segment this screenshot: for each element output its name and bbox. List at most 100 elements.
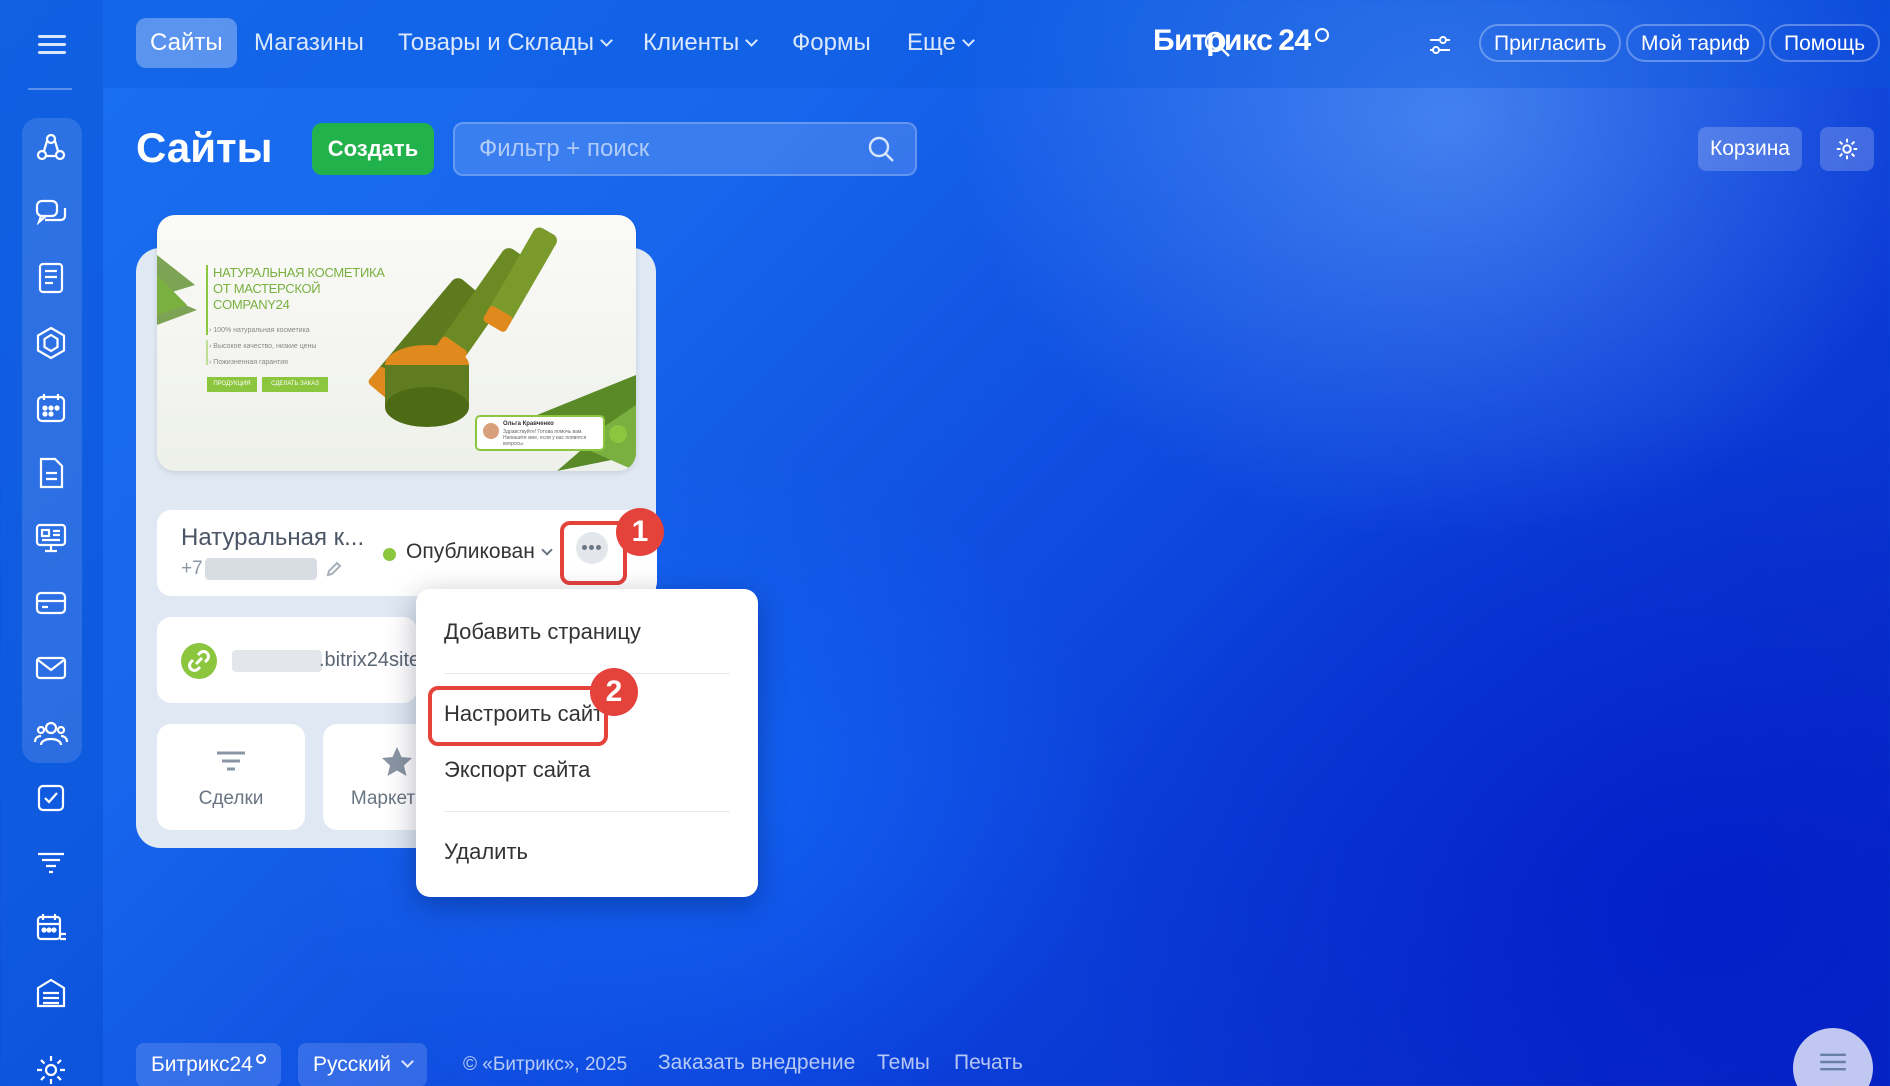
phone-prefix: +7 — [181, 558, 203, 580]
preview-headline: НАТУРАЛЬНАЯ КОСМЕТИКА ОТ МАСТЕРСКОЙ COMP… — [213, 265, 385, 313]
footer-brand-button[interactable]: Битрикс24 — [136, 1043, 281, 1086]
nav-tab-label: Клиенты — [643, 29, 740, 56]
menu-divider — [444, 673, 730, 674]
link-icon — [181, 643, 217, 679]
create-button[interactable]: Создать — [312, 123, 434, 175]
document-icon[interactable] — [33, 455, 69, 491]
inventory-warehouse-icon[interactable] — [33, 975, 69, 1011]
nav-tab-more[interactable]: Еще — [893, 18, 987, 68]
shop-card-icon[interactable] — [33, 585, 69, 621]
funnel-icon — [217, 751, 245, 771]
invite-label: Пригласить — [1494, 32, 1607, 55]
ellipsis-icon — [582, 545, 603, 550]
preview-chat-avatar — [483, 423, 499, 439]
menu-divider — [444, 811, 730, 812]
annotation-badge-1: 1 — [616, 508, 664, 556]
deals-tile-label: Сделки — [198, 788, 264, 809]
nav-tab-label: Товары и Склады — [398, 29, 595, 56]
crm-flow-icon[interactable] — [33, 130, 69, 166]
clock-icon — [1314, 28, 1329, 42]
deals-tile[interactable]: Сделки — [157, 724, 305, 830]
nav-tab-label: Сайты — [150, 29, 223, 56]
nav-tab-label: Магазины — [254, 29, 364, 56]
my-tariff-button[interactable]: Мой тариф — [1626, 24, 1765, 62]
site-phone: +7 — [181, 558, 317, 580]
chevron-down-icon — [745, 34, 759, 47]
feed-icon[interactable] — [33, 260, 69, 296]
menu-item-delete[interactable]: Удалить — [444, 839, 528, 865]
nav-tab-shops[interactable]: Магазины — [240, 18, 378, 68]
chevron-down-icon — [600, 34, 613, 47]
nav-tab-label: Еще — [907, 29, 956, 56]
chat-icon[interactable] — [33, 195, 69, 231]
print-link[interactable]: Печать — [954, 1051, 1023, 1075]
site-actions-menu: Добавить страницу Настроить сайт Экспорт… — [416, 589, 758, 897]
menu-item-add-page[interactable]: Добавить страницу — [444, 619, 641, 645]
menu-item-export-site[interactable]: Экспорт сайта — [444, 757, 590, 783]
brand-number: 24 — [1278, 24, 1311, 57]
funnel-icon[interactable] — [33, 845, 69, 881]
chevron-down-icon — [541, 544, 553, 556]
preview-chat-bubble-icon — [609, 425, 627, 443]
status-dot — [383, 548, 396, 561]
pencil-edit-icon[interactable] — [325, 560, 343, 578]
sidebar-divider — [28, 88, 72, 90]
site-url-panel[interactable]: .bitrix24site — [157, 617, 417, 703]
site-preview-thumbnail[interactable]: НАТУРАЛЬНАЯ КОСМЕТИКА ОТ МАСТЕРСКОЙ COMP… — [157, 215, 636, 471]
filter-search-input[interactable] — [453, 122, 917, 176]
tariff-label: Мой тариф — [1641, 32, 1750, 55]
site-url-text: .bitrix24site — [319, 649, 417, 671]
preview-chat-widget: Ольга Кравченко Здравствуйте! Готова пом… — [475, 415, 605, 451]
settings-sliders-icon[interactable] — [1428, 34, 1452, 56]
preview-bullet: Высокое качество, низкие цены — [213, 343, 317, 350]
settings-gear-icon[interactable] — [33, 1052, 69, 1086]
preview-headline-line: ОТ МАСТЕРСКОЙ — [213, 281, 321, 296]
preview-headline-line: НАТУРАЛЬНАЯ КОСМЕТИКА — [213, 265, 385, 280]
chevron-down-icon — [961, 34, 975, 47]
nav-tab-clients[interactable]: Клиенты — [629, 18, 770, 68]
help-button[interactable]: Помощь — [1769, 24, 1881, 62]
sites-presentation-icon[interactable] — [33, 520, 69, 556]
nav-tab-products[interactable]: Товары и Склады — [384, 18, 625, 68]
calendar-icon[interactable] — [33, 390, 69, 426]
employees-icon[interactable] — [33, 715, 69, 751]
preview-headline-line: COMPANY24 — [213, 297, 290, 312]
preview-chat-name: Ольга Кравченко — [503, 421, 554, 427]
footer-brand-label: Битрикс24 — [151, 1053, 253, 1076]
site-name[interactable]: Натуральная к... — [181, 524, 364, 552]
trash-button[interactable]: Корзина — [1698, 127, 1802, 171]
nav-tab-forms[interactable]: Формы — [778, 18, 885, 68]
phone-redacted — [204, 558, 317, 580]
preview-bullet: 100% натуральная косметика — [213, 327, 310, 334]
clock-icon — [255, 1054, 266, 1064]
gear-icon — [1836, 138, 1858, 160]
hamburger-menu-icon[interactable] — [32, 30, 72, 58]
tasks-checkbox-icon[interactable] — [33, 780, 69, 816]
publish-status-dropdown[interactable]: Опубликован — [406, 540, 553, 564]
booking-calendar-icon[interactable] — [33, 910, 69, 946]
preview-bullet: Пожизненная гарантия — [213, 359, 288, 366]
search-icon[interactable] — [867, 135, 895, 163]
more-actions-button[interactable] — [576, 532, 608, 564]
list-lines-icon — [1820, 1053, 1846, 1071]
preview-chat-message: Здравствуйте! Готова помочь вам. Напишит… — [503, 429, 587, 447]
brand-logo: Битрикс 24 — [1153, 24, 1329, 58]
language-label: Русский — [313, 1053, 391, 1076]
invite-button[interactable]: Пригласить — [1479, 24, 1622, 62]
page-title: Сайты — [136, 124, 273, 171]
themes-link[interactable]: Темы — [877, 1051, 930, 1075]
preview-products-button: ПРОДУКЦИЯ — [207, 377, 257, 392]
page-settings-button[interactable] — [1820, 127, 1874, 171]
annotation-badge-2: 2 — [590, 668, 638, 716]
order-implementation-link[interactable]: Заказать внедрение — [658, 1051, 855, 1075]
chat-launcher-button[interactable] — [1793, 1028, 1873, 1086]
star-icon — [382, 747, 412, 776]
preview-bullets: › 100% натуральная косметика › Высокое к… — [209, 327, 317, 366]
collab-hexagon-icon[interactable] — [33, 325, 69, 361]
language-selector[interactable]: Русский — [298, 1043, 427, 1086]
nav-tab-sites[interactable]: Сайты — [136, 18, 237, 68]
menu-item-configure-site[interactable]: Настроить сайт — [444, 701, 603, 727]
mail-icon[interactable] — [33, 650, 69, 686]
publish-status-label: Опубликован — [406, 540, 535, 563]
help-label: Помощь — [1784, 32, 1866, 55]
